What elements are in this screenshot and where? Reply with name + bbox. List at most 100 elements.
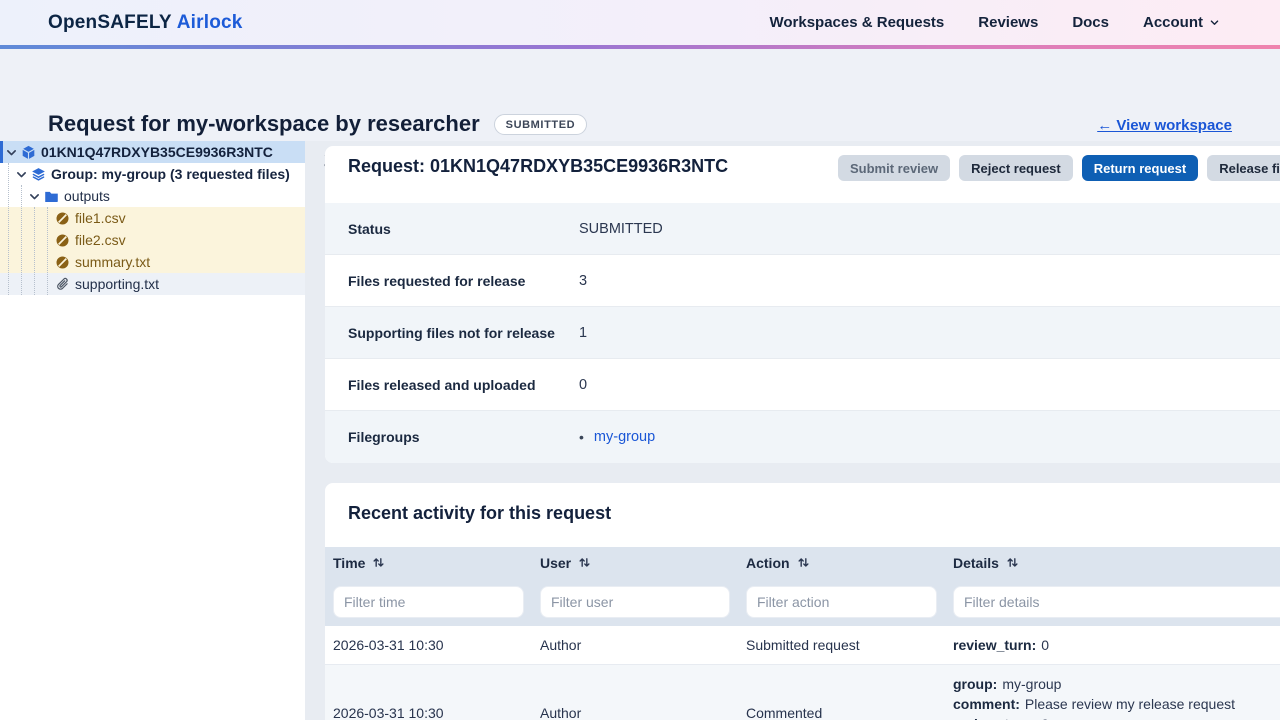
filegroup-link[interactable]: my-group <box>594 429 655 445</box>
detail-label: Files requested for release <box>348 273 579 289</box>
tree-item-label: Group: my-group (3 requested files) <box>51 166 290 182</box>
activity-table-header: Time User Action Details <box>325 547 1280 578</box>
tree-item-supporting[interactable]: supporting.txt <box>0 273 305 295</box>
filter-details-input[interactable] <box>953 586 1280 618</box>
column-header-user[interactable]: User <box>532 547 738 578</box>
sort-icon[interactable] <box>1006 556 1019 569</box>
detail-key: review_turn: <box>953 716 1036 720</box>
tree-item-label: file1.csv <box>75 210 126 226</box>
activity-table: Time User Action Details 2026-03-31 1 <box>325 547 1280 720</box>
detail-row-files-released: Files released and uploaded 0 <box>325 359 1280 411</box>
under-review-file-icon <box>55 233 70 248</box>
activity-time: 2026-03-31 10:30 <box>325 705 532 720</box>
detail-value: 0 <box>1041 637 1049 653</box>
sort-icon[interactable] <box>372 556 385 569</box>
detail-key: group: <box>953 676 997 692</box>
brand-logo[interactable]: OpenSAFELYAirlock <box>48 12 243 34</box>
detail-value: my-group <box>1002 676 1061 692</box>
account-label: Account <box>1143 14 1203 31</box>
brand-name: OpenSAFELY <box>48 12 172 33</box>
chevron-down-icon <box>1209 17 1220 28</box>
tree-item-group[interactable]: Group: my-group (3 requested files) <box>0 163 305 185</box>
activity-filter-row <box>325 578 1280 626</box>
request-overview-card: Request: 01KN1Q47RDXYB35CE9936R3NTC Subm… <box>325 146 1280 463</box>
nav-docs[interactable]: Docs <box>1072 14 1109 31</box>
nav-account-menu[interactable]: Account <box>1143 14 1220 31</box>
filegroup-list-item: my-group <box>579 429 655 445</box>
tree-item-outputs-folder[interactable]: outputs <box>0 185 305 207</box>
reject-request-button[interactable]: Reject request <box>959 155 1073 181</box>
column-header-time[interactable]: Time <box>325 547 532 578</box>
recent-activity-card: Recent activity for this request Time Us… <box>325 483 1280 720</box>
page-header: Request for my-workspace by researcher S… <box>0 49 1280 141</box>
tree-item-file2[interactable]: file2.csv <box>0 229 305 251</box>
tree-item-request[interactable]: 01KN1Q47RDXYB35CE9936R3NTC <box>0 141 305 163</box>
group-layers-icon <box>31 167 46 182</box>
sort-icon[interactable] <box>578 556 591 569</box>
tree-guide-line <box>34 207 35 295</box>
detail-key: comment: <box>953 696 1020 712</box>
detail-value: 0 <box>579 377 587 393</box>
detail-value: 0 <box>1041 716 1049 720</box>
tree-guide-line <box>47 207 48 295</box>
detail-row-filegroups: Filegroups my-group <box>325 411 1280 463</box>
submit-review-button[interactable]: Submit review <box>838 155 950 181</box>
detail-label: Supporting files not for release <box>348 325 579 341</box>
detail-value: 1 <box>579 325 587 341</box>
detail-value: 3 <box>579 273 587 289</box>
chevron-down-icon[interactable] <box>28 190 41 203</box>
request-package-icon <box>21 145 36 160</box>
page-title: Request for my-workspace by researcher <box>48 111 480 137</box>
detail-label: Status <box>348 221 579 237</box>
release-files-button[interactable]: Release files <box>1207 155 1280 181</box>
tree-guide-line <box>8 163 9 295</box>
activity-user: Author <box>532 637 738 653</box>
request-details-table: Status SUBMITTED Files requested for rel… <box>325 203 1280 463</box>
filter-time-input[interactable] <box>333 586 524 618</box>
top-navbar: OpenSAFELYAirlock Workspaces & Requests … <box>0 0 1280 45</box>
tree-guide-line <box>21 185 22 295</box>
column-label: Details <box>953 555 999 571</box>
activity-row: 2026-03-31 10:30 Author Submitted reques… <box>325 626 1280 665</box>
activity-action: Submitted request <box>738 637 945 653</box>
filter-user-input[interactable] <box>540 586 730 618</box>
column-header-action[interactable]: Action <box>738 547 945 578</box>
column-header-details[interactable]: Details <box>945 547 1280 578</box>
tree-item-label: supporting.txt <box>75 276 159 292</box>
detail-row-status: Status SUBMITTED <box>325 203 1280 255</box>
activity-row: 2026-03-31 10:30 Author Commented group:… <box>325 665 1280 720</box>
nav-reviews[interactable]: Reviews <box>978 14 1038 31</box>
chevron-down-icon[interactable] <box>5 146 18 159</box>
tree-item-label: outputs <box>64 188 110 204</box>
activity-time: 2026-03-31 10:30 <box>325 637 532 653</box>
under-review-file-icon <box>55 255 70 270</box>
activity-user: Author <box>532 705 738 720</box>
activity-title: Recent activity for this request <box>348 503 611 524</box>
detail-label: Files released and uploaded <box>348 377 579 393</box>
column-label: User <box>540 555 571 571</box>
activity-action: Commented <box>738 705 945 720</box>
nav-workspaces-requests[interactable]: Workspaces & Requests <box>769 14 944 31</box>
folder-icon <box>44 189 59 204</box>
tree-item-label: 01KN1Q47RDXYB35CE9936R3NTC <box>41 144 273 160</box>
detail-row-supporting-files: Supporting files not for release 1 <box>325 307 1280 359</box>
paperclip-icon <box>55 277 70 292</box>
view-workspace-link[interactable]: ← View workspace <box>1097 117 1232 134</box>
tree-item-summary[interactable]: summary.txt <box>0 251 305 273</box>
return-request-button[interactable]: Return request <box>1082 155 1198 181</box>
chevron-down-icon[interactable] <box>15 168 28 181</box>
column-label: Time <box>333 555 365 571</box>
tree-item-label: file2.csv <box>75 232 126 248</box>
tree-item-file1[interactable]: file1.csv <box>0 207 305 229</box>
file-tree-sidebar: 01KN1Q47RDXYB35CE9936R3NTC Group: my-gro… <box>0 141 305 720</box>
sort-icon[interactable] <box>797 556 810 569</box>
filter-action-input[interactable] <box>746 586 937 618</box>
column-label: Action <box>746 555 790 571</box>
under-review-file-icon <box>55 211 70 226</box>
detail-label: Filegroups <box>348 429 579 445</box>
activity-details: group: my-group comment: Please review my … <box>945 665 1280 720</box>
status-badge: SUBMITTED <box>494 114 588 135</box>
detail-row-files-requested: Files requested for release 3 <box>325 255 1280 307</box>
detail-value: Please review my release request <box>1025 696 1235 712</box>
tree-item-label: summary.txt <box>75 254 150 270</box>
